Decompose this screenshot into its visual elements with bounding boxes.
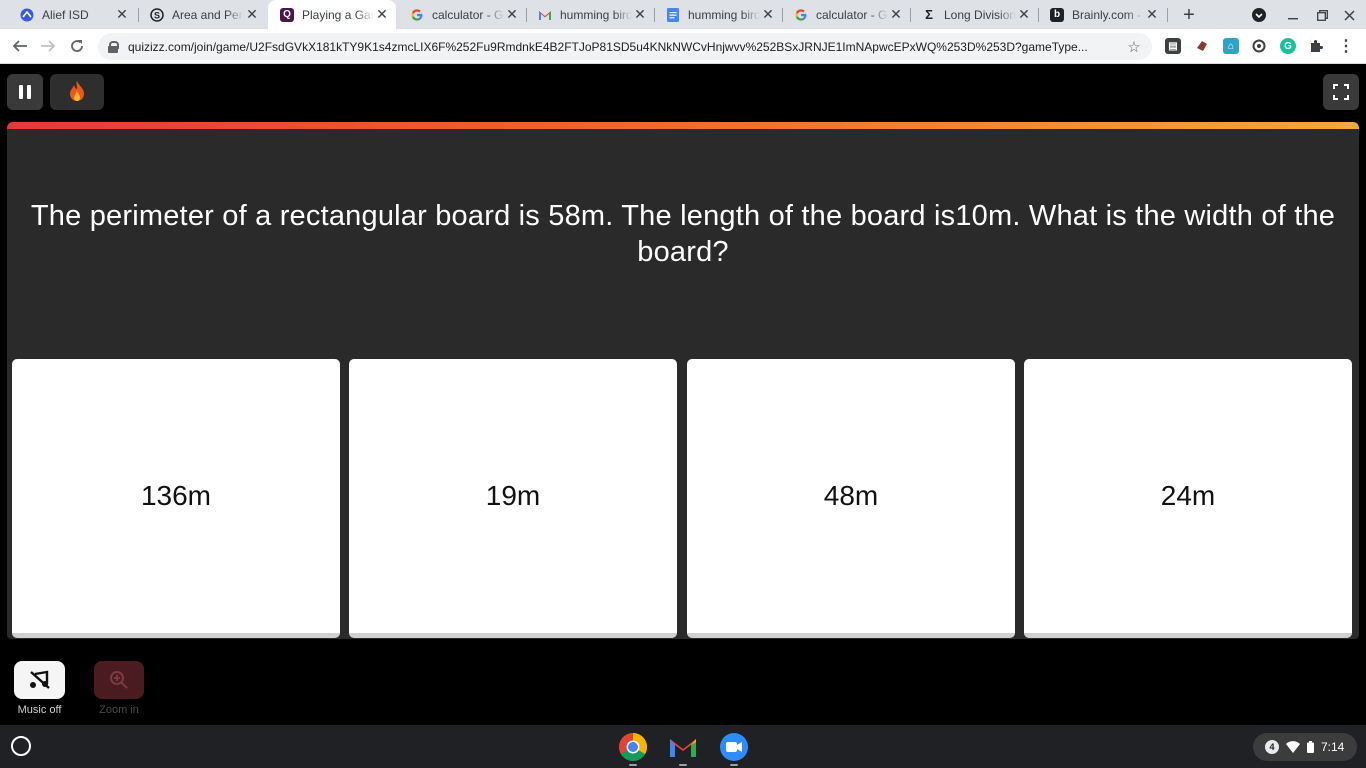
alief-icon (20, 8, 34, 22)
close-window-icon[interactable] (1339, 5, 1359, 25)
lock-icon[interactable] (108, 40, 119, 53)
svg-text:S: S (154, 10, 160, 20)
answer-option-label: 24m (1160, 480, 1216, 511)
fullscreen-icon (1333, 84, 1349, 100)
running-indicator (629, 764, 637, 766)
music-off-icon (29, 670, 50, 689)
tab-title: Alief ISD (42, 7, 89, 22)
tab-brainly[interactable]: b Brainly.com - For students ✕ (1038, 0, 1166, 29)
answer-option-1[interactable]: 136m (12, 359, 340, 638)
minimize-icon[interactable] (1283, 5, 1303, 25)
close-icon[interactable]: ✕ (244, 6, 260, 23)
s-logo-icon: S (150, 7, 164, 22)
pause-button[interactable] (7, 74, 43, 110)
answer-option-label: 136m (140, 480, 212, 511)
close-icon[interactable]: ✕ (632, 6, 648, 23)
extension-cloud-icon[interactable]: ⌂ (1223, 38, 1239, 54)
tab-title: calculator - Google Search (816, 7, 888, 22)
url-text[interactable]: quizizz.com/join/game/U2FsdGVkX181kTY9K1… (128, 40, 1124, 54)
tab-gmail[interactable]: humming bird - Gmail ✕ (526, 0, 654, 29)
star-icon[interactable]: ☆ (1124, 38, 1144, 56)
streak-button[interactable] (50, 74, 104, 110)
gmail-icon[interactable] (667, 731, 699, 763)
more-menu-icon[interactable]: ⋮ (1338, 38, 1354, 55)
notification-count-badge: 4 (1265, 740, 1279, 754)
tab-alief-isd[interactable]: Alief ISD ✕ (8, 0, 136, 29)
close-icon[interactable]: ✕ (888, 6, 904, 23)
tab-long-division[interactable]: Σ Long Division Calculator ✕ (910, 0, 1038, 29)
close-icon[interactable]: ✕ (1016, 6, 1032, 23)
tab-title: calculator - Google Search (432, 7, 504, 22)
running-indicator (730, 764, 738, 766)
close-icon[interactable]: ✕ (374, 6, 390, 23)
close-icon[interactable]: ✕ (114, 6, 130, 23)
reload-icon[interactable] (65, 34, 89, 58)
tab-title: Brainly.com - For students (1072, 7, 1144, 22)
close-icon[interactable]: ✕ (504, 6, 520, 23)
grammarly-icon[interactable]: G (1280, 38, 1296, 54)
restore-icon[interactable] (1312, 5, 1332, 25)
address-bar[interactable]: quizizz.com/join/game/U2FsdGVkX181kTY9K1… (98, 33, 1152, 60)
quiz-app: The perimeter of a rectangular board is … (0, 64, 1366, 725)
running-indicator (679, 764, 687, 766)
answer-option-2[interactable]: 19m (349, 359, 677, 638)
zoom-in-icon (110, 671, 128, 689)
tab-title: humming bird - Gmail (560, 7, 632, 22)
answer-option-label: 19m (485, 480, 541, 511)
new-tab-button[interactable]: + (1178, 4, 1200, 26)
chrome-icon[interactable] (617, 731, 649, 763)
tab-calculator-search[interactable]: calculator - Google Search ✕ (398, 0, 526, 29)
music-toggle-button[interactable] (14, 661, 65, 699)
os-shelf: 4 7:14 (0, 725, 1366, 768)
pause-icon-bar (27, 85, 31, 99)
google-icon (410, 8, 424, 22)
answer-option-label: 48m (823, 480, 879, 511)
tab-playing-a-game[interactable]: Q Playing a Game - Quizizz ✕ (268, 0, 396, 29)
zoom-icon[interactable] (718, 731, 750, 763)
timer-bar (7, 122, 1359, 129)
sigma-icon: Σ (925, 7, 933, 22)
zoom-in-button[interactable] (94, 661, 144, 699)
tab-title: Playing a Game - Quizizz (302, 7, 374, 22)
tab-calculator-search-2[interactable]: calculator - Google Search ✕ (782, 0, 910, 29)
tab-title: Long Division Calculator (944, 7, 1016, 22)
extension-puzzle-color-icon[interactable] (1194, 38, 1210, 54)
music-toggle-label: Music off (17, 704, 62, 716)
forward-arrow-icon[interactable] (36, 34, 60, 58)
clock-time: 7:14 (1321, 740, 1345, 754)
close-icon[interactable]: ✕ (1144, 6, 1160, 23)
answer-option-3[interactable]: 48m (687, 359, 1015, 638)
tab-search-icon[interactable] (1249, 5, 1269, 25)
extensions-puzzle-icon[interactable] (1308, 38, 1324, 54)
tab-title: Area and Perimeter (172, 7, 244, 22)
extension-icon[interactable]: ▤ (1165, 38, 1181, 54)
question-text: The perimeter of a rectangular board is … (30, 200, 1336, 268)
tab-strip: Alief ISD ✕ S Area and Perimeter ✕ Q Pla… (0, 0, 1366, 29)
pause-icon-bar (19, 85, 23, 99)
browser-toolbar: quizizz.com/join/game/U2FsdGVkX181kTY9K1… (0, 29, 1366, 64)
zoom-in-label: Zoom in (99, 704, 139, 716)
tab-title: humming bird - Google Docs (688, 7, 760, 22)
tab-area-and-perimeter[interactable]: S Area and Perimeter ✕ (138, 0, 266, 29)
extension-gear-icon[interactable] (1251, 38, 1267, 54)
quizizz-icon: Q (280, 7, 294, 22)
tab-google-docs[interactable]: humming bird - Google Docs ✕ (654, 0, 782, 29)
close-icon[interactable]: ✕ (760, 6, 776, 23)
wifi-icon (1286, 741, 1300, 753)
battery-icon (1307, 741, 1314, 753)
back-arrow-icon[interactable] (8, 34, 32, 58)
brainly-icon: b (1050, 7, 1064, 22)
google-icon (794, 8, 808, 22)
fullscreen-button[interactable] (1323, 74, 1359, 110)
flame-icon (70, 81, 84, 101)
launcher-icon[interactable] (11, 736, 31, 756)
answer-option-4[interactable]: 24m (1024, 359, 1352, 638)
status-tray[interactable]: 4 7:14 (1253, 733, 1357, 761)
docs-icon (666, 7, 680, 22)
gmail-icon (538, 8, 552, 22)
